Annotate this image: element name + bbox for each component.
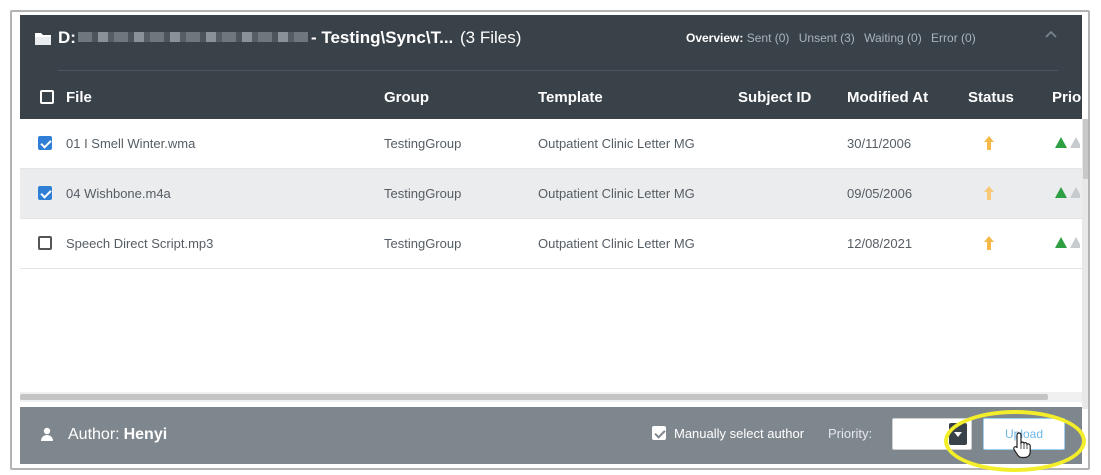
template-value: Outpatient Clinic Letter MG xyxy=(538,186,695,201)
group-value: TestingGroup xyxy=(384,186,462,201)
table-row[interactable]: Speech Direct Script.mp3 TestingGroup Ou… xyxy=(20,219,1082,269)
triangle-up-icon xyxy=(1055,237,1067,248)
overview-sent[interactable]: Sent (0) xyxy=(747,31,790,45)
redacted-path-segment xyxy=(77,32,308,43)
modified-at-value: 12/08/2021 xyxy=(847,236,913,251)
column-header-modified-at[interactable]: Modified At xyxy=(847,89,928,106)
overview-label: Overview: xyxy=(686,31,744,45)
triangle-up-icon xyxy=(1055,137,1067,148)
triangle-up-faded-icon xyxy=(1070,237,1080,248)
modified-at-value: 30/11/2006 xyxy=(847,136,912,151)
triangle-up-faded-icon xyxy=(1070,187,1080,198)
file-name: 04 Wishbone.m4a xyxy=(66,186,171,201)
file-name: Speech Direct Script.mp3 xyxy=(66,236,214,251)
template-value: Outpatient Clinic Letter MG xyxy=(538,236,695,251)
group-value: TestingGroup xyxy=(384,236,462,251)
triangle-up-icon xyxy=(1055,187,1067,198)
file-name: 01 I Smell Winter.wma xyxy=(66,136,196,151)
template-value: Outpatient Clinic Letter MG xyxy=(538,136,695,151)
overview-waiting[interactable]: Waiting (0) xyxy=(864,31,922,45)
panel-header: D: - Testing\Sync\T... (3 Files) Overview… xyxy=(20,15,1082,75)
upload-footer: Author: Henyi Manually select author Prio… xyxy=(20,407,1082,464)
triangle-up-faded-icon xyxy=(1070,137,1080,148)
chevron-up-icon[interactable] xyxy=(1044,29,1058,39)
overview-stats: Overview: Sent (0) Unsent (3) Waiting (0… xyxy=(686,31,976,45)
table-header: File Group Template Subject ID Modified … xyxy=(20,75,1087,119)
manual-select-author-label[interactable]: Manually select author xyxy=(674,426,804,441)
group-value: TestingGroup xyxy=(384,136,462,151)
horizontal-scrollbar-thumb[interactable] xyxy=(20,394,1048,400)
modified-at-value: 09/05/2006 xyxy=(847,186,913,201)
column-header-subject-id[interactable]: Subject ID xyxy=(738,89,811,106)
column-header-template[interactable]: Template xyxy=(538,89,603,106)
priority-label: Priority: xyxy=(828,426,873,441)
horizontal-scrollbar[interactable] xyxy=(20,392,1082,402)
upload-arrow-icon xyxy=(984,236,994,250)
vertical-scrollbar-thumb[interactable] xyxy=(1083,119,1088,179)
column-header-file[interactable]: File xyxy=(66,89,92,106)
overview-unsent[interactable]: Unsent (3) xyxy=(799,31,855,45)
author-name: Henyi xyxy=(123,426,168,443)
table-row[interactable]: 01 I Smell Winter.wma TestingGroup Outpa… xyxy=(20,119,1082,169)
select-all-checkbox[interactable] xyxy=(40,90,54,104)
drive-label: D: xyxy=(58,28,76,47)
header-divider xyxy=(58,70,1058,71)
upload-panel: D: - Testing\Sync\T... (3 Files) Overview… xyxy=(10,10,1090,470)
path-suffix: - Testing\Sync\T... xyxy=(310,28,454,47)
row-checkbox[interactable] xyxy=(38,236,52,250)
manual-select-author-checkbox[interactable] xyxy=(652,426,666,440)
table-row[interactable]: 04 Wishbone.m4a TestingGroup Outpatient … xyxy=(20,169,1082,219)
folder-path: D: - Testing\Sync\T... (3 Files) xyxy=(58,28,521,48)
column-header-status[interactable]: Status xyxy=(968,89,1014,106)
author-display: Author: Henyi xyxy=(68,426,167,444)
folder-icon xyxy=(35,33,51,45)
hand-pointer-icon xyxy=(1013,432,1031,459)
file-table-body: 01 I Smell Winter.wma TestingGroup Outpa… xyxy=(20,119,1082,269)
overview-error[interactable]: Error (0) xyxy=(931,31,976,45)
person-icon xyxy=(41,427,53,441)
vertical-scrollbar[interactable] xyxy=(1082,119,1088,409)
row-checkbox[interactable] xyxy=(38,136,52,150)
upload-arrow-icon xyxy=(984,186,994,200)
upload-arrow-icon xyxy=(984,136,994,150)
column-header-group[interactable]: Group xyxy=(384,89,429,106)
file-count: (3 Files) xyxy=(460,28,522,47)
column-header-priority[interactable]: Prior xyxy=(1052,89,1087,106)
row-checkbox[interactable] xyxy=(38,186,52,200)
author-label: Author: xyxy=(68,426,120,443)
